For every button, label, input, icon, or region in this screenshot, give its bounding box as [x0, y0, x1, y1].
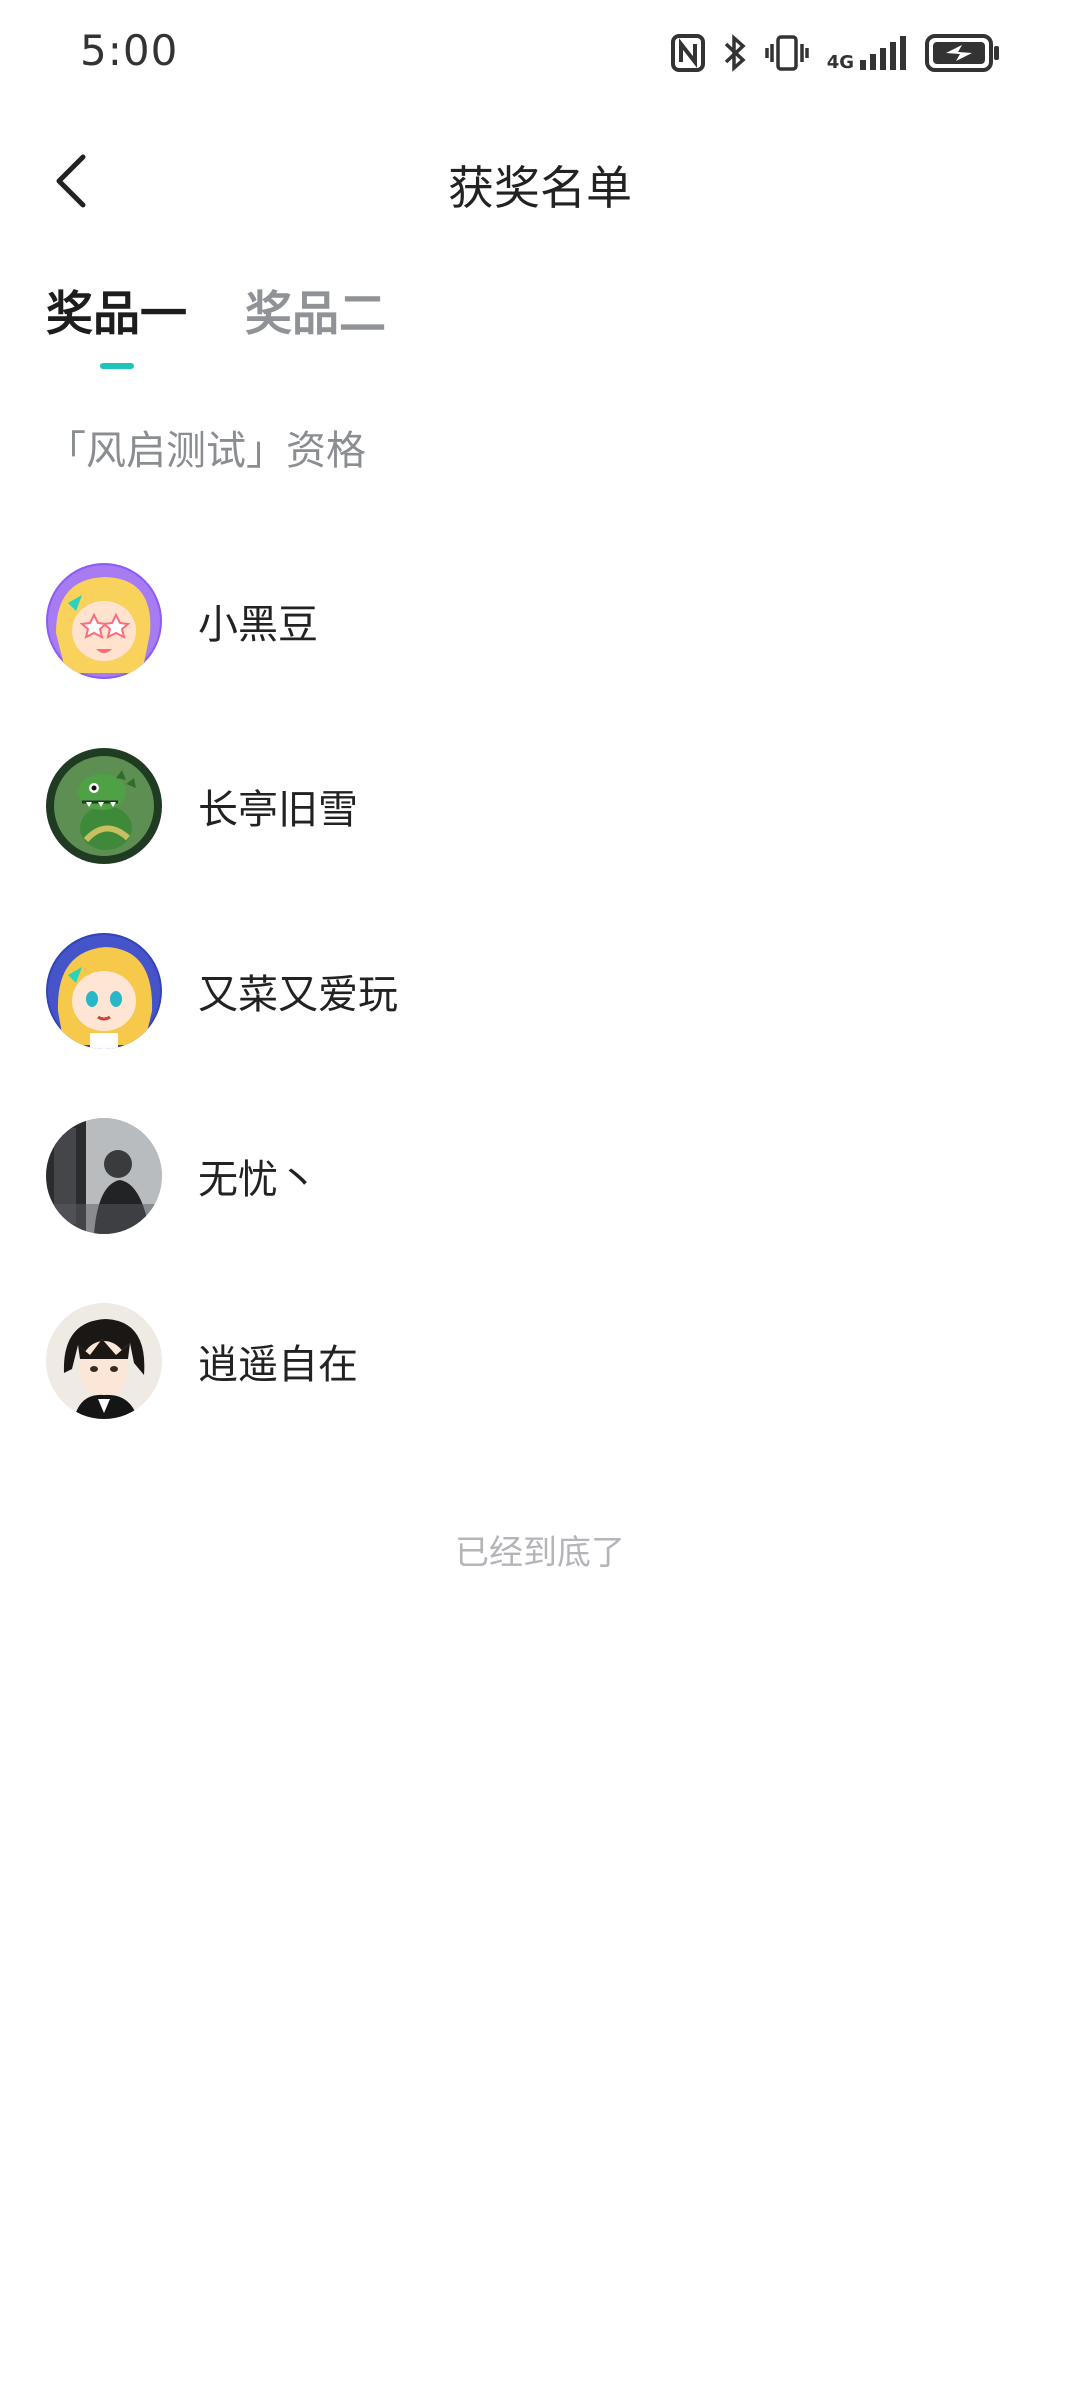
active-tab-indicator	[99, 363, 134, 369]
winner-item[interactable]: 又菜又爱玩	[46, 898, 1036, 1083]
signal-icon: 4G	[827, 34, 906, 72]
winner-item[interactable]: 小黑豆	[46, 528, 1036, 713]
nfc-icon	[670, 34, 705, 72]
status-time: 5:00	[80, 26, 179, 75]
winner-name: 无忧丶	[198, 1156, 318, 1203]
status-bar: 5:00 4G	[0, 0, 1080, 110]
avatar	[46, 562, 162, 679]
avatar	[46, 1302, 162, 1419]
tab-label: 奖品二	[245, 287, 386, 342]
winner-item[interactable]: 逍遥自在	[46, 1268, 1036, 1453]
winner-name: 逍遥自在	[198, 1341, 358, 1388]
vibrate-icon	[764, 34, 809, 72]
avatar	[46, 1117, 162, 1234]
page-title: 获奖名单	[448, 161, 632, 215]
network-label: 4G	[826, 52, 854, 73]
winner-item[interactable]: 无忧丶	[46, 1083, 1036, 1268]
winner-name: 长亭旧雪	[198, 786, 358, 833]
header: 获奖名单	[0, 130, 1080, 240]
avatar	[46, 932, 162, 1049]
bluetooth-icon	[723, 34, 747, 72]
avatar	[46, 747, 162, 864]
tab-prize-2[interactable]: 奖品二	[245, 285, 386, 375]
winner-name: 小黑豆	[198, 601, 318, 648]
winner-name: 又菜又爱玩	[198, 971, 398, 1018]
winner-list: 小黑豆 长亭旧雪 又菜又爱玩 无忧丶 逍遥自在	[46, 528, 1036, 1453]
tab-prize-1[interactable]: 奖品一	[46, 285, 187, 375]
end-of-list-text: 已经到底了	[455, 1533, 625, 1573]
status-icons: 4G	[670, 28, 1000, 78]
battery-charging-icon	[924, 33, 1000, 73]
prize-tabs: 奖品一 奖品二	[46, 285, 386, 375]
tab-label: 奖品一	[46, 287, 187, 342]
winner-item[interactable]: 长亭旧雪	[46, 713, 1036, 898]
section-label: 「风启测试」资格	[46, 428, 366, 474]
